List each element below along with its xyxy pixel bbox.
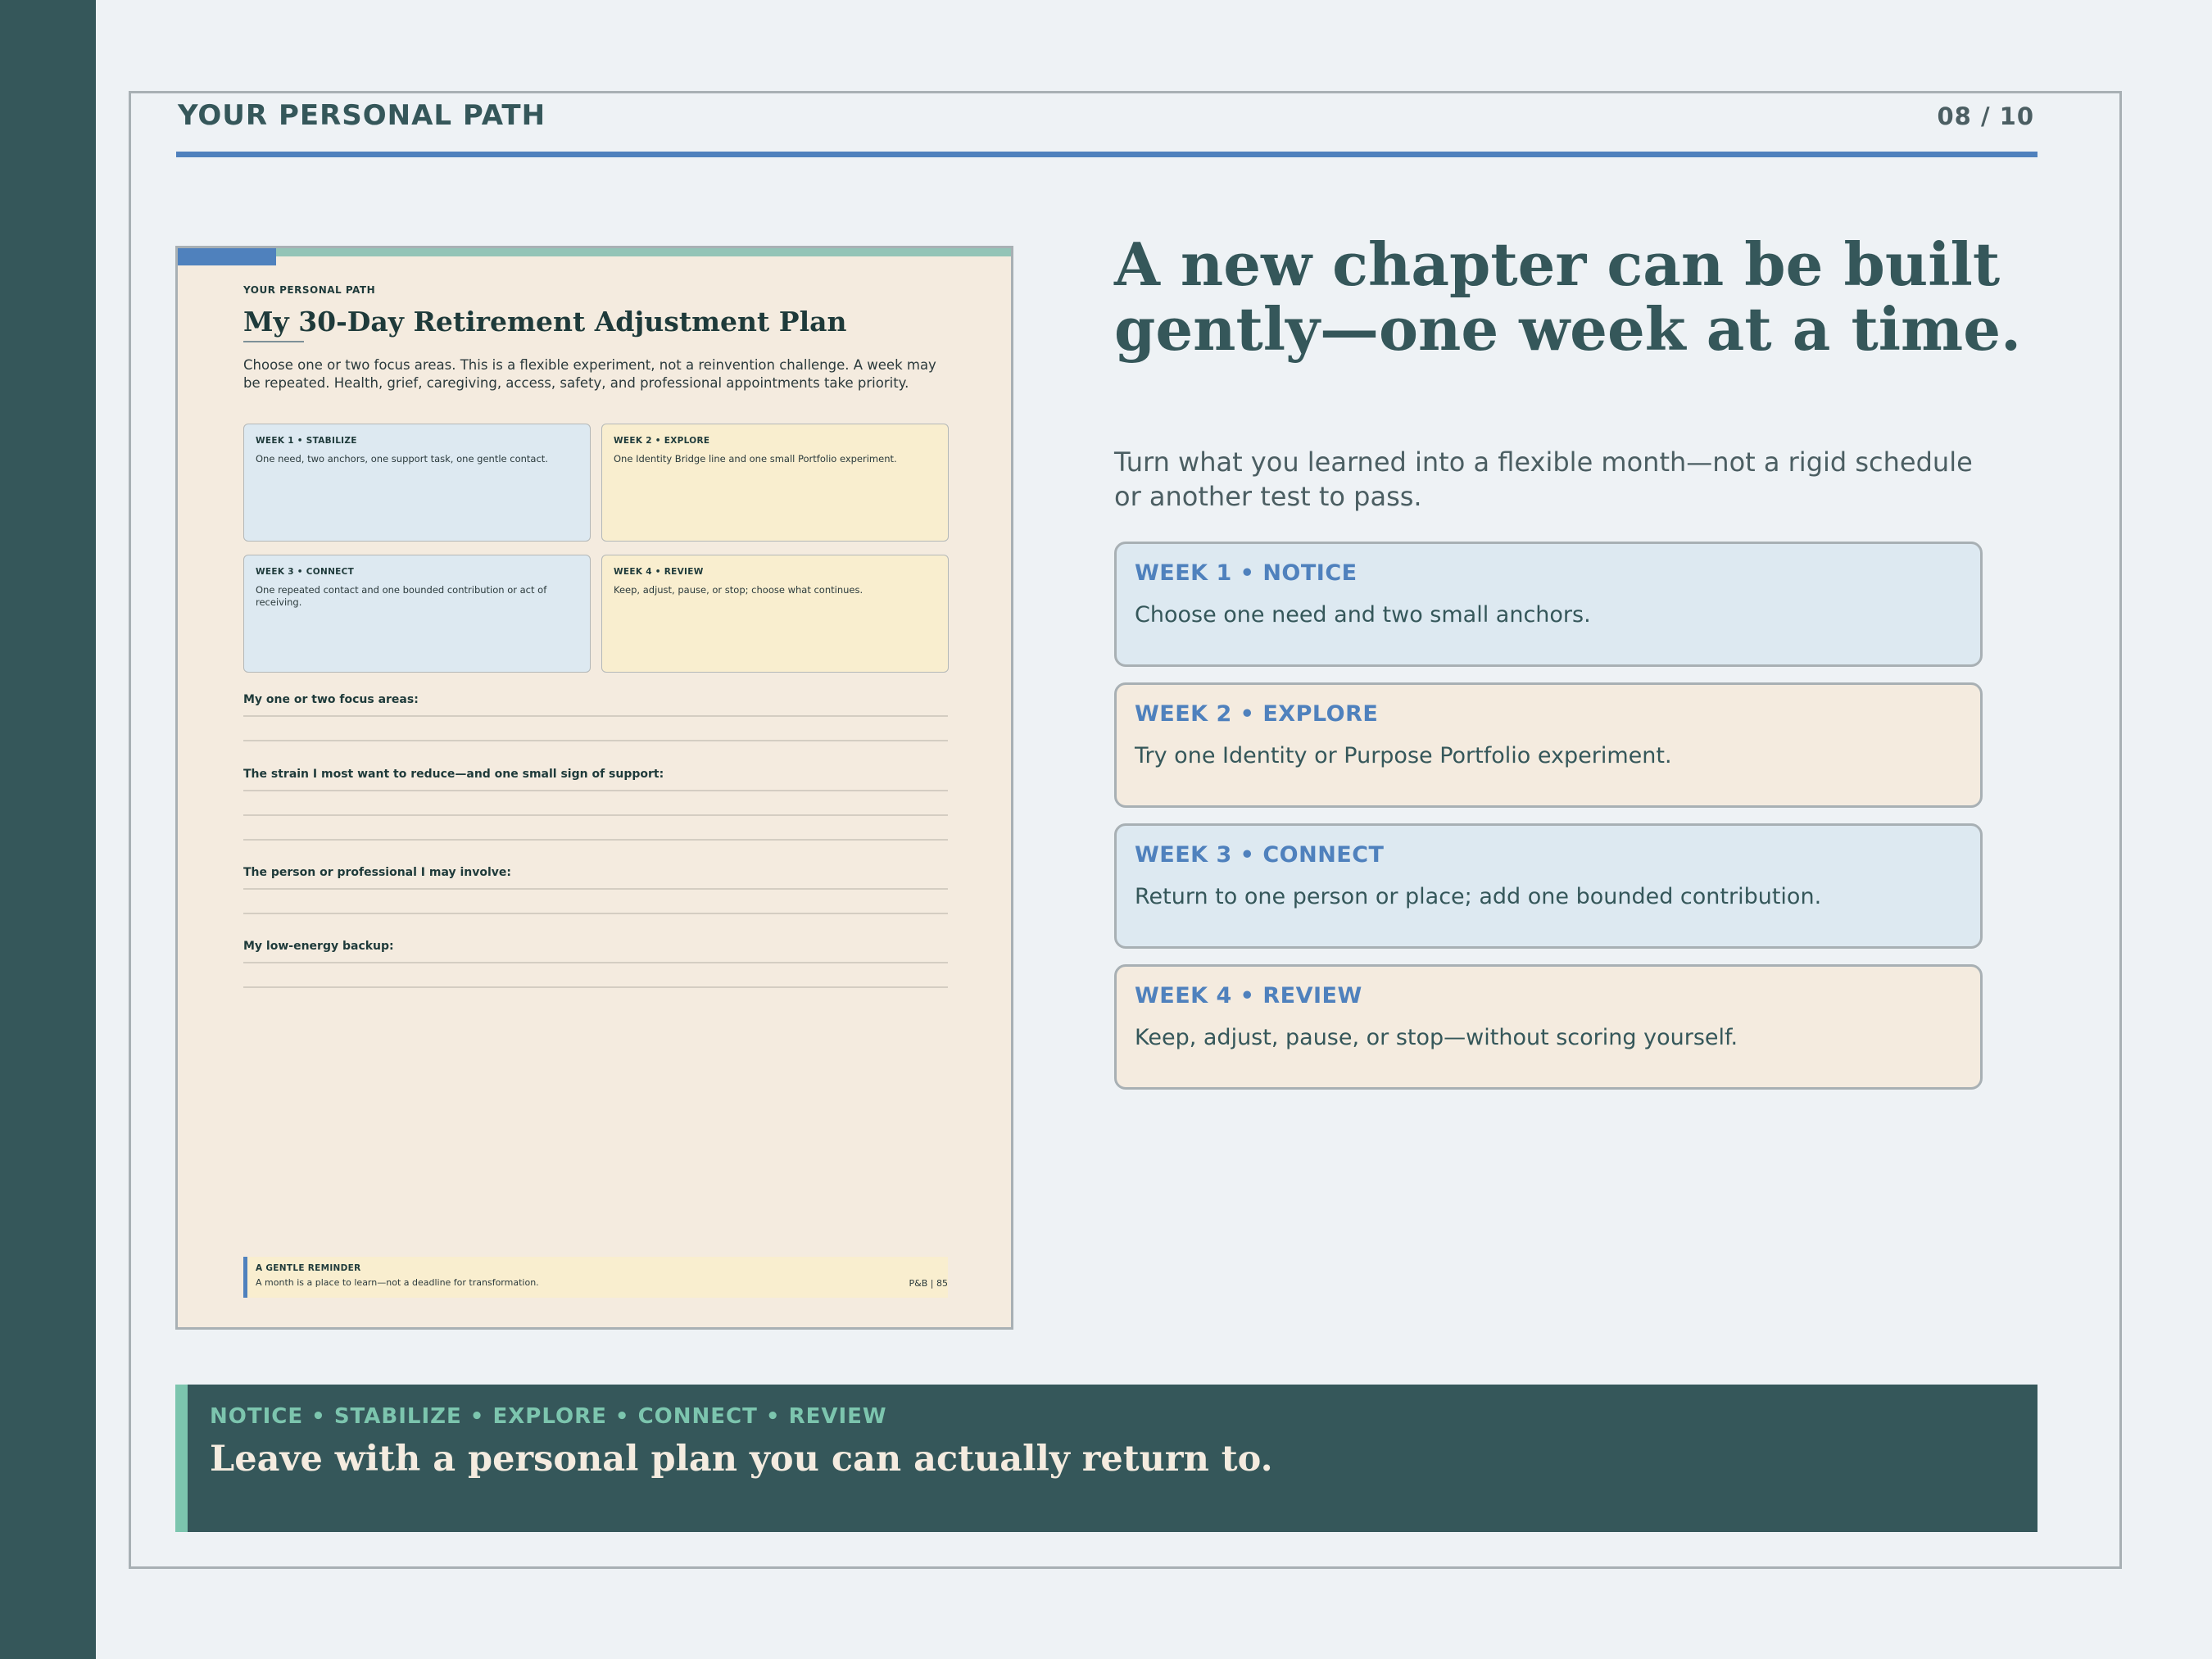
reminder-title: A GENTLE REMINDER [256,1263,361,1273]
worksheet-field-line[interactable] [243,839,948,841]
worksheet-week-card: WEEK 4 • REVIEW Keep, adjust, pause, or … [601,555,949,673]
week-card-title: WEEK 2 • EXPLORE [1135,701,1379,727]
worksheet-week-body: One need, two anchors, one support task,… [256,453,548,465]
slide-headline: A new chapter can be built gently—one we… [1114,229,2022,364]
worksheet-field-line[interactable] [243,790,948,791]
worksheet-week-title: WEEK 1 • STABILIZE [256,436,357,446]
worksheet-week-card: WEEK 1 • STABILIZE One need, two anchors… [243,424,591,542]
worksheet-week-title: WEEK 4 • REVIEW [614,567,704,577]
banner-title: Leave with a personal plan you can actua… [210,1439,1273,1480]
week-card-title: WEEK 1 • NOTICE [1135,560,1358,586]
takeaway-banner: NOTICE • STABILIZE • EXPLORE • CONNECT •… [175,1385,2037,1532]
worksheet-title: My 30-Day Retirement Adjustment Plan [243,306,847,338]
worksheet-tab-accent [178,248,276,265]
worksheet-field-line[interactable] [243,814,948,816]
worksheet-week-body: One Identity Bridge line and one small P… [614,453,897,465]
slide-subhead: Turn what you learned into a flexible mo… [1114,446,1973,512]
week-card-title: WEEK 4 • REVIEW [1135,983,1362,1009]
worksheet-field-label: My low-energy backup: [243,940,394,953]
worksheet-field-line[interactable] [243,715,948,717]
worksheet-week-body: Keep, adjust, pause, or stop; choose wha… [614,584,863,596]
worksheet-field-label: The strain I most want to reduce—and one… [243,768,664,781]
week-card-title: WEEK 3 • CONNECT [1135,842,1385,868]
section-label: YOUR PERSONAL PATH [178,99,546,132]
banner-accent-stripe [175,1385,188,1532]
week-card-body: Choose one need and two small anchors. [1135,602,1591,628]
worksheet-top-bar [178,248,1011,256]
worksheet-title-underline [243,341,304,342]
gentle-reminder: A GENTLE REMINDER A month is a place to … [243,1257,948,1298]
week-card-2: WEEK 2 • EXPLORE Try one Identity or Pur… [1114,682,1983,808]
page-number: 08 / 10 [1937,102,2034,130]
worksheet-intro: Choose one or two focus areas. This is a… [243,357,936,391]
week-card-1: WEEK 1 • NOTICE Choose one need and two … [1114,542,1983,667]
worksheet-field-label: The person or professional I may involve… [243,866,512,879]
worksheet-week-title: WEEK 2 • EXPLORE [614,436,710,446]
worksheet-field-line[interactable] [243,888,948,890]
reminder-body: A month is a place to learn—not a deadli… [256,1277,539,1288]
worksheet-field-line[interactable] [243,962,948,963]
header-rule [176,152,2037,157]
left-sidebar-bar [0,0,96,1659]
worksheet-preview: YOUR PERSONAL PATH My 30-Day Retirement … [175,246,1013,1330]
worksheet-page-number: P&B | 85 [909,1278,948,1289]
week-card-body: Try one Identity or Purpose Portfolio ex… [1135,743,1672,768]
week-card-body: Return to one person or place; add one b… [1135,884,1822,909]
week-card-3: WEEK 3 • CONNECT Return to one person or… [1114,823,1983,949]
worksheet-week-card: WEEK 3 • CONNECT One repeated contact an… [243,555,591,673]
worksheet-eyebrow: YOUR PERSONAL PATH [243,284,376,296]
banner-eyebrow: NOTICE • STABILIZE • EXPLORE • CONNECT •… [210,1404,887,1429]
worksheet-field-line[interactable] [243,986,948,988]
worksheet-week-body: One repeated contact and one bounded con… [256,584,547,608]
worksheet-field-line[interactable] [243,740,948,741]
week-card-body: Keep, adjust, pause, or stop—without sco… [1135,1025,1738,1050]
week-card-4: WEEK 4 • REVIEW Keep, adjust, pause, or … [1114,964,1983,1090]
worksheet-week-card: WEEK 2 • EXPLORE One Identity Bridge lin… [601,424,949,542]
worksheet-week-title: WEEK 3 • CONNECT [256,567,355,577]
worksheet-field-line[interactable] [243,913,948,914]
worksheet-field-label: My one or two focus areas: [243,693,419,706]
